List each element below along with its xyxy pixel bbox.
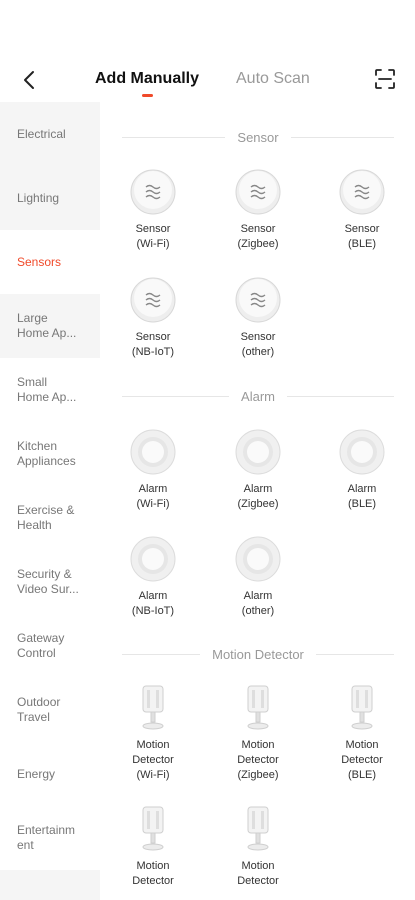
device-label: Alarm (Wi-Fi) [136,483,170,510]
sidebar-item-label: Electrical [17,126,66,141]
section-title: Sensor [237,129,279,145]
device-label: Sensor (Wi-Fi) [135,223,171,250]
device-motion-detector-ble[interactable]: Motion Detector (BLE) [322,684,402,783]
sidebar-item-outdoor-travel[interactable]: Outdoor Travel [0,678,100,742]
top-bar: Add Manually Auto Scan [0,58,415,102]
motion-detector-icon [142,806,164,851]
sidebar-item-label: Large Home Ap... [17,311,77,340]
sidebar-item-label: Lighting [17,190,60,205]
device-motion-detector-zigbee[interactable]: Motion Detector (Zigbee) [218,684,298,783]
device-label: Sensor (BLE) [344,223,380,250]
device-motion-detector-wifi[interactable]: Motion Detector (Wi-Fi) [113,684,193,783]
sidebar-item-electrical[interactable]: Electrical [0,102,100,166]
device-label: Sensor (Zigbee) [237,223,279,250]
device-alarm-wifi[interactable]: Alarm (Wi-Fi) [113,428,193,512]
device-label: Motion Detector [237,860,279,887]
sidebar-item-entertainment[interactable]: Entertainm ent [0,806,100,870]
sensor-icon [235,169,281,215]
sidebar-item-exercise-health[interactable]: Exercise & Health [0,486,100,550]
sidebar-item-label: Small Home Ap... [17,375,77,404]
device-sensor-nbiot[interactable]: Sensor (NB-IoT) [113,276,193,360]
sidebar-item-label: Kitchen Appliances [17,439,76,468]
alarm-icon [130,429,176,475]
active-tab-indicator [142,94,153,97]
device-alarm-ble[interactable]: Alarm (BLE) [322,428,402,512]
section-title: Alarm [241,388,275,404]
device-motion-detector-nbiot[interactable]: Motion Detector [113,805,193,889]
motion-detector-icon [247,685,269,730]
section-header-motion-detector: Motion Detector [122,644,395,664]
tab-add-manually[interactable]: Add Manually [95,70,199,88]
device-sensor-zigbee[interactable]: Sensor (Zigbee) [218,168,298,252]
device-label: Motion Detector (Wi-Fi) [132,739,174,781]
sidebar-item-small-home-appliances[interactable]: Small Home Ap... [0,358,100,422]
sensor-icon [235,277,281,323]
sidebar-item-label: Entertainm ent [17,823,76,852]
device-label: Alarm (other) [241,590,275,617]
scan-icon[interactable] [374,68,396,90]
device-label: Sensor (other) [240,331,276,358]
category-sidebar: Electrical Lighting Sensors Large Home A… [0,102,100,900]
alarm-icon [130,536,176,582]
section-title: Motion Detector [212,646,304,662]
sidebar-item-kitchen-appliances[interactable]: Kitchen Appliances [0,422,100,486]
device-label: Alarm (NB-IoT) [131,590,175,617]
sidebar-item-label: Sensors [17,254,62,269]
back-arrow-icon[interactable] [18,68,42,92]
sidebar-item-label: Outdoor Travel [17,695,61,724]
device-sensor-other[interactable]: Sensor (other) [218,276,298,360]
sensor-icon [130,169,176,215]
device-alarm-nbiot[interactable]: Alarm (NB-IoT) [113,535,193,619]
sidebar-item-label: Security & Video Sur... [17,567,79,596]
section-header-alarm: Alarm [122,386,395,406]
motion-detector-icon [351,685,373,730]
sidebar-item-label: Gateway Control [17,631,65,660]
sensor-icon [339,169,385,215]
motion-detector-icon [142,685,164,730]
device-alarm-other[interactable]: Alarm (other) [218,535,298,619]
sidebar-item-security-video[interactable]: Security & Video Sur... [0,550,100,614]
tab-auto-scan[interactable]: Auto Scan [236,70,310,88]
device-label: Sensor (NB-IoT) [131,331,175,358]
sidebar-item-label: Exercise & Health [17,503,75,532]
device-alarm-zigbee[interactable]: Alarm (Zigbee) [218,428,298,512]
device-motion-detector-other[interactable]: Motion Detector [218,805,298,889]
motion-detector-icon [247,806,269,851]
alarm-icon [235,429,281,475]
device-label: Alarm (BLE) [347,483,377,510]
alarm-icon [235,536,281,582]
sidebar-item-gateway-control[interactable]: Gateway Control [0,614,100,678]
sidebar-item-sensors[interactable]: Sensors [0,230,100,294]
sidebar-item-label: Energy [17,766,56,781]
device-label: Motion Detector (Zigbee) [237,739,279,781]
device-sensor-ble[interactable]: Sensor (BLE) [322,168,402,252]
device-label: Motion Detector (BLE) [341,739,383,781]
device-label: Alarm (Zigbee) [237,483,279,510]
device-label: Motion Detector [132,860,174,887]
section-header-sensor: Sensor [122,127,395,147]
sensor-icon [130,277,176,323]
device-sensor-wifi[interactable]: Sensor (Wi-Fi) [113,168,193,252]
sidebar-item-large-home-appliances[interactable]: Large Home Ap... [0,294,100,358]
sidebar-item-energy[interactable]: Energy [0,742,100,806]
alarm-icon [339,429,385,475]
sidebar-item-lighting[interactable]: Lighting [0,166,100,230]
